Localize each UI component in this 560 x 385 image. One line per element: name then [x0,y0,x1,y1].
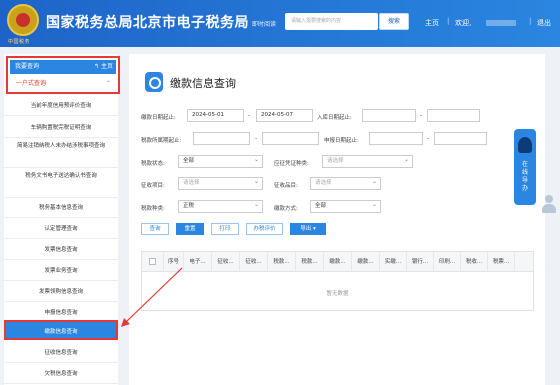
online-guide-button[interactable]: 在线导办 [514,129,536,205]
guide-avatar-icon [518,137,532,153]
customer-service-icon[interactable] [541,195,557,213]
guide-label: 在线导办 [521,161,528,192]
annotation-arrow-icon [121,267,183,327]
